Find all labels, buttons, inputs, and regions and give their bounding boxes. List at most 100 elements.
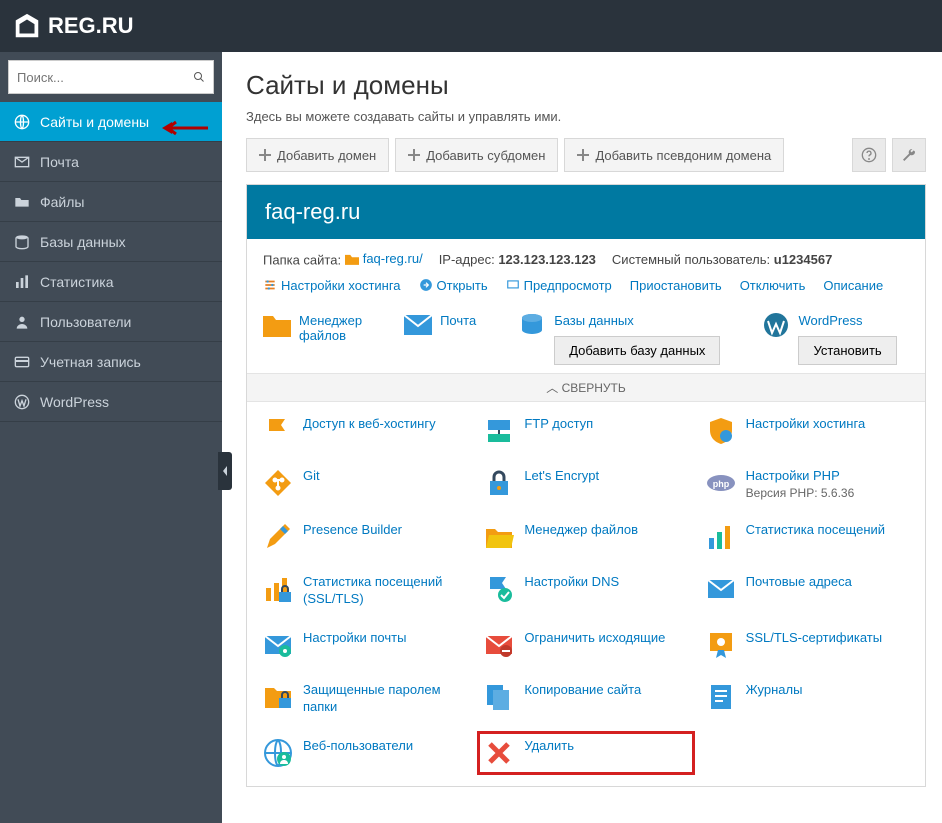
sidebar-item-label: Сайты и домены: [40, 114, 149, 130]
tile-link[interactable]: Настройки DNS: [524, 574, 619, 589]
tile-link[interactable]: Копирование сайта: [524, 682, 641, 697]
database-icon: [518, 313, 546, 337]
tile-ftp[interactable]: FTP доступ: [484, 416, 687, 446]
wordpress-card: WordPress Установить: [762, 313, 896, 365]
tile-lock[interactable]: Let's Encrypt: [484, 468, 687, 501]
barslock-icon: [263, 574, 293, 604]
sidebar-collapse-handle[interactable]: [218, 452, 232, 490]
tile-link[interactable]: Настройки почты: [303, 630, 406, 645]
hosting-settings-link[interactable]: Настройки хостинга: [263, 278, 401, 293]
settings-button[interactable]: [892, 138, 926, 172]
add-database-button[interactable]: Добавить базу данных: [554, 336, 720, 365]
add-subdomain-button[interactable]: Добавить субдомен: [395, 138, 558, 172]
tile-webuser[interactable]: Веб-пользователи: [263, 738, 466, 768]
tile-link[interactable]: Удалить: [524, 738, 574, 753]
tile-cert[interactable]: SSL/TLS-сертификаты: [706, 630, 909, 660]
main-content: Сайты и домены Здесь вы можете создавать…: [222, 52, 942, 823]
ip-value: 123.123.123.123: [498, 252, 596, 267]
lock-icon: [484, 468, 514, 498]
ftp-icon: [484, 416, 514, 446]
describe-link[interactable]: Описание: [823, 278, 883, 293]
tile-folderopen[interactable]: Менеджер файлов: [484, 522, 687, 552]
log-icon: [706, 682, 736, 712]
tile-log[interactable]: Журналы: [706, 682, 909, 716]
sidebar-item-db[interactable]: Базы данных: [0, 222, 222, 262]
tile-link[interactable]: Let's Encrypt: [524, 468, 599, 483]
mailblock-icon: [484, 630, 514, 660]
install-wp-button[interactable]: Установить: [798, 336, 896, 365]
tile-meta: Версия PHP: 5.6.36: [746, 486, 855, 500]
tile-link[interactable]: Git: [303, 468, 320, 483]
brand-logo[interactable]: REG.RU: [12, 11, 134, 41]
disable-link[interactable]: Отключить: [740, 278, 806, 293]
tile-link[interactable]: Ограничить исходящие: [524, 630, 665, 645]
tile-link[interactable]: FTP доступ: [524, 416, 593, 431]
tile-dns[interactable]: Настройки DNS: [484, 574, 687, 608]
tile-barslock[interactable]: Статистика посещений (SSL/TLS): [263, 574, 466, 608]
tile-link[interactable]: Настройки хостинга: [746, 416, 866, 431]
sidebar-item-files[interactable]: Файлы: [0, 182, 222, 222]
filemanager-card[interactable]: Менеджерфайлов: [263, 313, 362, 365]
search-box[interactable]: [8, 60, 214, 94]
tile-mailgear[interactable]: Настройки почты: [263, 630, 466, 660]
sidebar-item-stats[interactable]: Статистика: [0, 262, 222, 302]
site-folder-link[interactable]: faq-reg.ru/: [345, 251, 423, 266]
topbar: REG.RU: [0, 0, 942, 52]
domain-header[interactable]: faq-reg.ru: [247, 185, 925, 239]
collapse-bar[interactable]: ︿ СВЕРНУТЬ: [247, 373, 925, 402]
tile-folderlock[interactable]: Защищенные паролем папки: [263, 682, 466, 716]
tile-link[interactable]: Веб-пользователи: [303, 738, 413, 753]
tile-envelope[interactable]: Почтовые адреса: [706, 574, 909, 608]
sidebar-item-wordpress[interactable]: WordPress: [0, 382, 222, 422]
help-button[interactable]: [852, 138, 886, 172]
search-input[interactable]: [17, 70, 193, 85]
sidebar-item-label: Пользователи: [40, 314, 131, 330]
add-domain-button[interactable]: Добавить домен: [246, 138, 389, 172]
sidebar-item-account[interactable]: Учетная запись: [0, 342, 222, 382]
sidebar-item-label: Базы данных: [40, 234, 126, 250]
open-link[interactable]: Открыть: [419, 278, 488, 293]
tile-barsup[interactable]: Статистика посещений: [706, 522, 909, 552]
tile-flag[interactable]: Доступ к веб-хостингу: [263, 416, 466, 446]
button-label: Добавить псевдоним домена: [595, 148, 771, 163]
sidebar-item-mail[interactable]: Почта: [0, 142, 222, 182]
preview-link[interactable]: Предпросмотр: [506, 278, 612, 293]
chevron-left-icon: [221, 465, 229, 477]
tile-link[interactable]: Журналы: [746, 682, 803, 697]
tile-mailblock[interactable]: Ограничить исходящие: [484, 630, 687, 660]
mailgear-icon: [263, 630, 293, 660]
toolbar: Добавить домен Добавить субдомен Добавит…: [246, 138, 926, 172]
tile-link[interactable]: SSL/TLS-сертификаты: [746, 630, 882, 645]
add-alias-button[interactable]: Добавить псевдоним домена: [564, 138, 784, 172]
tile-link[interactable]: Настройки PHP: [746, 468, 840, 483]
tile-git[interactable]: Git: [263, 468, 466, 501]
button-label: Добавить субдомен: [426, 148, 545, 163]
tile-link[interactable]: Доступ к веб-хостингу: [303, 416, 436, 431]
tile-shield[interactable]: Настройки хостинга: [706, 416, 909, 446]
mail-icon: [404, 313, 432, 337]
domain-actions: Настройки хостинга Открыть Предпросмотр …: [247, 274, 925, 303]
tile-link[interactable]: Почтовые адреса: [746, 574, 852, 589]
suspend-link[interactable]: Приостановить: [630, 278, 722, 293]
wordpress-icon: [14, 394, 30, 410]
tile-pencil[interactable]: Presence Builder: [263, 522, 466, 552]
cert-icon: [706, 630, 736, 660]
tile-php[interactable]: php Настройки PHPВерсия PHP: 5.6.36: [706, 468, 909, 501]
tile-link[interactable]: Presence Builder: [303, 522, 402, 537]
tile-delete[interactable]: Удалить: [477, 731, 694, 775]
flag-icon: [263, 416, 293, 446]
ip-label: IP-адрес:: [439, 252, 495, 267]
mail-card[interactable]: Почта: [404, 313, 476, 365]
database-link[interactable]: Базы данных: [554, 313, 634, 328]
tile-link[interactable]: Статистика посещений: [746, 522, 885, 537]
tile-link[interactable]: Менеджер файлов: [524, 522, 638, 537]
folder-icon: [345, 253, 359, 265]
sidebar-item-users[interactable]: Пользователи: [0, 302, 222, 342]
card-icon: [14, 354, 30, 370]
tile-link[interactable]: Статистика посещений (SSL/TLS): [303, 574, 442, 606]
envelope-icon: [706, 574, 736, 604]
tile-link[interactable]: Защищенные паролем папки: [303, 682, 441, 714]
tile-copy[interactable]: Копирование сайта: [484, 682, 687, 716]
wordpress-link[interactable]: WordPress: [798, 313, 862, 328]
sidebar-item-label: Статистика: [40, 274, 114, 290]
